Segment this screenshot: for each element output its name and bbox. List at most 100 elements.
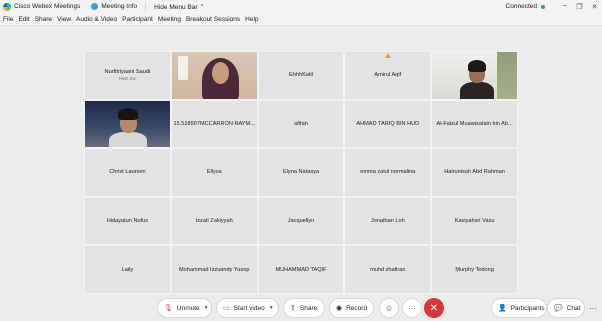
participant-name: Al-Faizul Muawizatain bin Ab... bbox=[436, 120, 513, 127]
unmute-button[interactable]: 🎙 Unmute ▼ bbox=[157, 298, 212, 318]
title-left: Cisco Webex Meetings Meeting Info Hide M… bbox=[0, 2, 205, 11]
video-person bbox=[460, 82, 495, 99]
more-options-button[interactable]: ··· bbox=[402, 298, 422, 318]
participant-name: Mohammad Izzuandy Yusop bbox=[178, 266, 250, 273]
participant-tile[interactable]: Ellysa bbox=[170, 148, 258, 197]
connection-status: Connected bbox=[505, 3, 537, 10]
participant-name: AHMAD TARIQ BIN HUD bbox=[356, 120, 420, 127]
participant-tile[interactable]: emma zatul normalina bbox=[344, 148, 432, 197]
title-bar: Cisco Webex Meetings Meeting Info Hide M… bbox=[0, 0, 602, 13]
participant-tile[interactable]: Mohammad Izzuandy Yusop bbox=[170, 245, 258, 294]
menu-meeting[interactable]: Meeting bbox=[158, 16, 181, 23]
close-icon[interactable]: ✕ bbox=[587, 0, 602, 13]
participant-name: MUHAMMAD TAQIF bbox=[275, 266, 327, 273]
participant-tile[interactable]: Nurfitriyaani Saudi Host, me bbox=[84, 51, 171, 100]
menu-participant[interactable]: Participant bbox=[122, 16, 153, 23]
menu-share[interactable]: Share bbox=[35, 16, 52, 23]
video-off-icon: ▭ bbox=[223, 305, 230, 312]
start-video-label: Start video bbox=[233, 304, 265, 312]
restore-icon[interactable]: ❐ bbox=[572, 0, 587, 13]
overflow-button[interactable]: ··· bbox=[586, 298, 600, 318]
participant-name: afifah bbox=[294, 120, 308, 127]
menu-audio-video[interactable]: Audio & Video bbox=[76, 16, 117, 23]
video-hair bbox=[118, 107, 138, 120]
emoji-icon: ☺ bbox=[384, 303, 394, 313]
meeting-info-tab[interactable]: Meeting Info bbox=[101, 3, 137, 10]
title-separator bbox=[145, 2, 147, 11]
chat-icon: 💬 bbox=[554, 305, 563, 312]
menu-edit[interactable]: Edit bbox=[18, 16, 29, 23]
participant-tile[interactable]: Izzati Zakiyyah bbox=[170, 196, 258, 246]
participant-tile[interactable]: Laily bbox=[84, 245, 171, 294]
record-icon: ◉ bbox=[336, 305, 343, 312]
participant-name: Kaviyahsri Vasu bbox=[454, 218, 495, 225]
participant-tile[interactable]: AHMAD TARIQ BIN HUD bbox=[344, 99, 432, 149]
share-button[interactable]: ⇪ Share bbox=[283, 298, 325, 318]
participant-tile[interactable]: 15.528907MCCARRON RAYM... bbox=[170, 99, 258, 149]
connection-dot-icon bbox=[541, 4, 545, 9]
video-background bbox=[496, 52, 517, 99]
video-background bbox=[177, 56, 188, 80]
unmute-label: Unmute bbox=[176, 304, 200, 312]
more-icon: ··· bbox=[589, 303, 597, 313]
reactions-button[interactable]: ☺ bbox=[379, 298, 399, 318]
record-button[interactable]: ◉ Record bbox=[329, 298, 374, 318]
participant-name: Laily bbox=[121, 266, 134, 273]
app-title: Cisco Webex Meetings bbox=[14, 3, 81, 10]
participant-video-tile[interactable] bbox=[431, 51, 518, 100]
close-icon: ✕ bbox=[429, 302, 439, 314]
participant-name: Jacquellyn bbox=[287, 218, 315, 225]
participant-tile[interactable]: Murphy Tedong bbox=[431, 245, 518, 294]
chevron-down-icon[interactable]: ▼ bbox=[204, 305, 209, 311]
microphone-muted-icon: 🎙 bbox=[164, 305, 173, 312]
participant-grid: Nurfitriyaani Saudi Host, me EhhhKatil A… bbox=[84, 51, 518, 294]
meeting-info-icon[interactable] bbox=[91, 3, 99, 10]
menu-breakout-sessions[interactable]: Breakout Sessions bbox=[186, 16, 240, 23]
participant-tile[interactable]: afifah bbox=[257, 99, 345, 149]
end-call-button[interactable]: ✕ bbox=[424, 298, 444, 318]
video-hair bbox=[468, 60, 487, 72]
participant-tile[interactable]: muhd zhafiran bbox=[344, 245, 432, 294]
participants-button[interactable]: 👤 Participants bbox=[491, 298, 547, 318]
participants-label: Participants bbox=[510, 304, 545, 312]
participant-tile[interactable]: Jacquellyn bbox=[257, 196, 345, 246]
participant-name: muhd zhafiran bbox=[370, 266, 406, 273]
meeting-controls: 🎙 Unmute ▼ ▭ Start video ▼ ⇪ Share ◉ Rec… bbox=[0, 296, 602, 321]
more-icon: ··· bbox=[408, 303, 416, 313]
participant-name: Christ Laursen bbox=[109, 169, 146, 176]
participant-name: Hairunisah Abd Rahman bbox=[444, 169, 505, 176]
participant-tile[interactable]: EhhhKatil bbox=[257, 51, 345, 100]
video-face bbox=[211, 62, 229, 84]
chat-button[interactable]: 💬 Chat bbox=[547, 298, 585, 318]
participant-name: Ellysa bbox=[206, 169, 222, 176]
participant-name: emma zatul normalina bbox=[360, 169, 416, 176]
hide-menu-bar-button[interactable]: Hide Menu Bar ⌃ bbox=[154, 3, 205, 11]
participant-tile[interactable]: MUHAMMAD TAQIF bbox=[257, 245, 345, 294]
menu-bar: File Edit Share View Audio & Video Parti… bbox=[0, 13, 602, 26]
menu-file[interactable]: File bbox=[3, 16, 13, 23]
participant-name: Elyna Natasya bbox=[282, 169, 320, 176]
participant-name: EhhhKatil bbox=[289, 72, 313, 79]
participant-tile[interactable]: Hidayatun Nufus bbox=[84, 196, 171, 246]
menu-view[interactable]: View bbox=[57, 16, 71, 23]
participant-name: Amirul Aqif bbox=[374, 72, 402, 79]
participant-name: Hidayatun Nufus bbox=[106, 218, 149, 225]
participant-name: 15.528907MCCARRON RAYM... bbox=[173, 120, 255, 127]
participant-tile[interactable]: Elyna Natasya bbox=[257, 148, 345, 197]
record-label: Record bbox=[346, 304, 368, 312]
participant-tile[interactable]: Kaviyahsri Vasu bbox=[431, 196, 518, 246]
warning-icon bbox=[384, 53, 391, 58]
participant-tile[interactable]: Hairunisah Abd Rahman bbox=[431, 148, 518, 197]
chevron-down-icon[interactable]: ▼ bbox=[269, 305, 274, 311]
participant-video-tile[interactable] bbox=[84, 99, 171, 149]
participant-tile[interactable]: Jonathan Loh bbox=[344, 196, 432, 246]
minimize-icon[interactable]: − bbox=[557, 0, 572, 13]
participant-tile[interactable]: Al-Faizul Muawizatain bin Ab... bbox=[431, 99, 518, 149]
participant-tile[interactable]: Amirul Aqif bbox=[344, 51, 432, 100]
share-icon: ⇪ bbox=[290, 305, 296, 312]
share-label: Share bbox=[299, 304, 318, 312]
menu-help[interactable]: Help bbox=[245, 16, 258, 23]
participant-tile[interactable]: Christ Laursen bbox=[84, 148, 171, 197]
start-video-button[interactable]: ▭ Start video ▼ bbox=[216, 298, 279, 318]
participant-video-tile[interactable] bbox=[170, 51, 258, 100]
